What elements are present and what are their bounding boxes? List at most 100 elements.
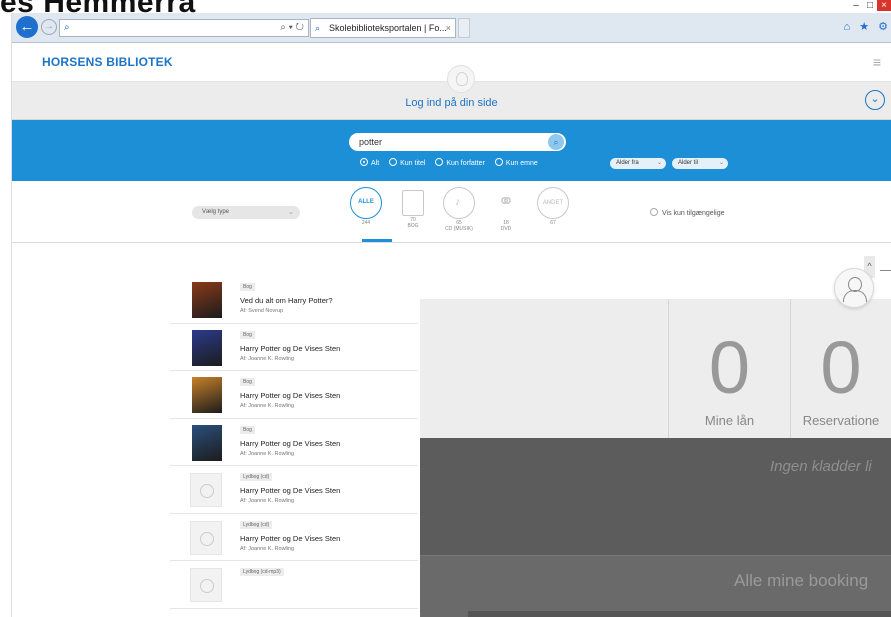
list-item[interactable]: Bog Harry Potter og De Vises Sten Af: Joan… (170, 324, 418, 371)
login-link[interactable]: Log ind på din side (12, 97, 891, 109)
user-avatar-icon[interactable] (834, 268, 874, 308)
search-input[interactable]: potter ⌕ (349, 133, 566, 151)
media-count: 70 BOG (407, 217, 419, 229)
all-icon: ALLE (350, 187, 382, 219)
cd-placeholder-icon[interactable] (190, 520, 222, 555)
bookings-title: Alle mine booking (734, 571, 869, 590)
window-controls: – □ × (849, 0, 891, 14)
media-count: 244 (361, 220, 371, 226)
result-type-badge: Bog (240, 378, 255, 386)
result-type-badge: Lydbog (cd) (240, 473, 273, 481)
age-to-select[interactable]: Alder til ⌄ (672, 158, 728, 169)
age-to-label: Alder til (678, 160, 699, 166)
toolbar-icons[interactable]: ⌂ ★ ⚙ (844, 20, 891, 33)
result-title[interactable]: Ved du alt om Harry Potter? (240, 296, 333, 305)
radio-label: Kun titel (400, 160, 426, 167)
result-author: Af: Joanne K. Rowling (240, 355, 295, 362)
result-type-badge: Bog (240, 425, 255, 434)
media-type-all[interactable]: ALLE 244 (348, 187, 384, 226)
result-type-badge: Bog (240, 330, 255, 339)
available-only-label: Vis kun tilgængelige (662, 210, 725, 217)
cd-placeholder-icon[interactable] (190, 568, 222, 602)
radio-icon (389, 158, 398, 166)
address-controls[interactable]: ⌕ ▾ ↻ (280, 20, 304, 36)
list-item[interactable]: Lydbog (cd-mp3) (170, 561, 418, 609)
drafts-section: Ingen kladder li (420, 438, 891, 554)
radio-label: Kun emne (505, 160, 538, 167)
result-title[interactable]: Harry Potter og De Vises Sten (240, 391, 340, 400)
result-title[interactable]: Harry Potter og De Vises Sten (240, 439, 340, 448)
media-count: 67 (550, 220, 556, 226)
media-count: 65 CD (MUSIK) (445, 220, 473, 232)
search-button[interactable]: ⌕ (548, 134, 564, 150)
result-type-badge: Lydbog (cd-mp3) (240, 568, 284, 576)
maximize-button[interactable]: □ (863, 0, 877, 11)
scope-subject-radio[interactable]: Kun emne (494, 158, 538, 167)
forward-button[interactable]: → (41, 19, 57, 35)
media-type-book[interactable]: 70 BOG (395, 187, 431, 229)
minimize-button[interactable]: – (849, 0, 863, 11)
type-select[interactable]: Vælg type ⌄ (192, 206, 300, 219)
bookings-section[interactable]: Alle mine booking (420, 555, 891, 617)
drafts-empty-text: Ingen kladder li (770, 458, 872, 475)
result-type-badge: Bog (240, 283, 255, 291)
list-item[interactable]: Bog Harry Potter og De Vises Sten Af: Joan… (170, 371, 418, 419)
result-author: Af: Joanne K. Rowling (240, 498, 295, 504)
available-only-toggle[interactable]: Vis kun tilgængelige (650, 208, 725, 217)
new-tab-button[interactable] (458, 18, 470, 38)
login-bar[interactable]: Log ind på din side ⌄ (12, 65, 891, 120)
tab-search-icon: ⌕ (315, 23, 321, 33)
age-from-select[interactable]: Alder fra ⌄ (610, 158, 666, 169)
scope-author-radio[interactable]: Kun forfatter (435, 158, 485, 167)
result-author: Af: Joanne K. Rowling (240, 450, 295, 457)
menu-icon[interactable]: ≡ (873, 54, 881, 70)
loans-stat[interactable]: 0 Mine lån (668, 299, 790, 438)
type-select-label: Vælg type (202, 209, 230, 215)
reservations-label: Reservatione (802, 413, 880, 428)
address-bar[interactable]: ⌕ ⌕ ▾ ↻ (59, 19, 309, 37)
window-left-edge (0, 13, 12, 617)
chevron-down-icon: ⌄ (656, 160, 662, 166)
tab-close-icon[interactable]: × (446, 19, 451, 37)
browser-tab[interactable]: ⌕ Skolebiblioteksportalen | Fo... × (310, 18, 456, 38)
book-cover[interactable] (192, 282, 222, 318)
media-type-cd[interactable]: 65 CD (MUSIK) (441, 187, 477, 232)
scope-all-radio[interactable]: Alt (360, 158, 379, 167)
list-item[interactable]: Lydbog (cd) Harry Potter og De Vises Sten… (170, 514, 418, 561)
result-title[interactable]: Harry Potter og De Vises Sten (240, 534, 340, 543)
list-item[interactable]: Lydbog (cd) Harry Potter og De Vises Sten… (170, 466, 418, 514)
reservations-count: 0 (820, 326, 862, 409)
search-query: potter (359, 137, 383, 147)
other-icon: ANDET (537, 187, 569, 219)
scope-title-radio[interactable]: Kun titel (389, 158, 425, 167)
radio-label: Alt (371, 160, 380, 167)
radio-icon (360, 158, 368, 166)
list-item[interactable]: Bog Ved du alt om Harry Potter? Af: Svend … (170, 276, 418, 324)
book-icon (402, 190, 424, 216)
video-camera-icon: ⚭ (497, 191, 515, 213)
result-author: Af: Joanne K. Rowling (240, 403, 295, 409)
loans-count: 0 (708, 326, 751, 409)
age-from-label: Alder fra (616, 160, 639, 166)
chevron-down-icon[interactable]: ⌄ (865, 90, 885, 110)
user-dashboard: 0 Mine lån 0 Reservatione Ingen kladder … (420, 299, 891, 617)
reservations-stat[interactable]: 0 Reservatione (790, 299, 891, 438)
book-cover[interactable] (192, 377, 222, 413)
result-title[interactable]: Harry Potter og De Vises Sten (240, 344, 340, 353)
chevron-down-icon: ⌄ (718, 160, 724, 166)
radio-icon (435, 158, 444, 166)
result-title[interactable]: Harry Potter og De Vises Sten (240, 486, 340, 495)
list-item[interactable]: Bog Harry Potter og De Vises Sten Af: Joan… (170, 419, 418, 466)
book-cover[interactable] (192, 424, 222, 461)
cd-placeholder-icon[interactable] (190, 473, 222, 507)
dashboard-stats: 0 Mine lån 0 Reservatione (420, 299, 891, 438)
loans-label: Mine lån (704, 413, 755, 428)
site-logo[interactable]: HORSENS BIBLIOTEK (42, 55, 173, 69)
media-type-other[interactable]: ANDET 67 (535, 187, 571, 226)
media-type-dvd[interactable]: ⚭ 18 DVD (488, 187, 524, 232)
book-cover[interactable] (192, 329, 222, 366)
filter-row: Vælg type ⌄ ALLE 244 70 BOG 65 CD (MUSIK)… (12, 181, 891, 243)
close-window-button[interactable]: × (877, 0, 891, 11)
active-tab-indicator (362, 239, 392, 242)
search-panel: potter ⌕ Alt Kun titel Kun forfatter Kun… (12, 120, 891, 181)
